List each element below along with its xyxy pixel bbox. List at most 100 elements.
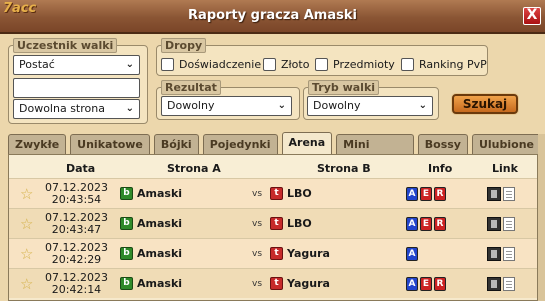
header-side-b: Strona B: [317, 162, 371, 175]
side-select-value: Dowolna strona: [19, 102, 105, 115]
side-b-player[interactable]: t Yagura: [270, 277, 330, 290]
participant-type-select[interactable]: Postać ⌄: [13, 55, 140, 75]
info-e-icon[interactable]: E: [420, 217, 432, 231]
mode-select-value: Dowolny: [313, 99, 361, 112]
link-icons: [487, 217, 515, 231]
info-badges: A E R: [406, 187, 448, 201]
star-icon[interactable]: ☆: [20, 217, 33, 232]
info-badges: A E R: [406, 217, 448, 231]
tab-duels[interactable]: Pojedynki: [202, 134, 278, 154]
side-a-name: Amaski: [137, 247, 183, 260]
chevron-down-icon: ⌄: [277, 100, 286, 111]
side-b-player[interactable]: t Yagura: [270, 247, 330, 260]
profession-icon: t: [270, 217, 283, 230]
tab-brawls[interactable]: Bójki: [153, 134, 199, 154]
row-time: 20:43:54: [51, 193, 102, 206]
side-b-player[interactable]: t LBO: [270, 217, 312, 230]
profession-icon: b: [120, 217, 133, 230]
tab-bosses[interactable]: Bossy: [417, 134, 468, 154]
side-b-name: Yagura: [287, 247, 330, 260]
info-r-icon[interactable]: R: [434, 277, 446, 291]
title-bar[interactable]: 7acc Raporty gracza Amaski X: [0, 0, 545, 34]
side-b-name: Yagura: [287, 277, 330, 290]
participant-name-input[interactable]: [13, 78, 140, 98]
film-icon[interactable]: [487, 277, 501, 291]
info-a-icon[interactable]: A: [406, 187, 418, 201]
side-b-name: LBO: [287, 187, 312, 200]
checkbox-items[interactable]: Przedmioty: [315, 58, 395, 71]
vs-label: vs: [252, 279, 263, 289]
table-row[interactable]: ☆ 07.12.2023 20:42:14 b Amaski vs t Yagura …: [9, 268, 537, 298]
document-icon[interactable]: [503, 187, 515, 201]
vs-label: vs: [252, 219, 263, 229]
close-button[interactable]: X: [523, 7, 541, 25]
info-e-icon[interactable]: E: [420, 187, 432, 201]
film-icon[interactable]: [487, 217, 501, 231]
profession-icon: b: [120, 247, 133, 260]
info-badges: A: [406, 247, 420, 261]
side-a-name: Amaski: [137, 217, 183, 230]
info-r-icon[interactable]: R: [434, 187, 446, 201]
participant-type-value: Postać: [19, 58, 55, 71]
side-a-player[interactable]: b Amaski: [120, 187, 182, 200]
tab-unique[interactable]: Unikatowe: [70, 134, 150, 154]
row-datetime: 07.12.2023 20:43:47: [45, 212, 108, 236]
table-row[interactable]: ☆ 07.12.2023 20:43:47 b Amaski vs t LBO A E…: [9, 208, 537, 238]
star-icon[interactable]: ☆: [20, 247, 33, 262]
side-a-player[interactable]: b Amaski: [120, 247, 182, 260]
row-time: 20:42:14: [51, 283, 102, 296]
search-button[interactable]: Szukaj: [452, 94, 518, 114]
info-r-icon[interactable]: R: [434, 217, 446, 231]
checkbox-gold[interactable]: Złoto: [263, 58, 309, 71]
row-datetime: 07.12.2023 20:42:14: [45, 272, 108, 296]
star-icon[interactable]: ☆: [20, 187, 33, 202]
info-a-icon[interactable]: A: [406, 247, 418, 261]
side-a-player[interactable]: b Amaski: [120, 277, 182, 290]
side-a-player[interactable]: b Amaski: [120, 217, 182, 230]
result-select-value: Dowolny: [167, 99, 215, 112]
info-e-icon[interactable]: E: [420, 277, 432, 291]
mode-select[interactable]: Dowolny ⌄: [307, 96, 433, 116]
vs-label: vs: [252, 189, 263, 199]
chevron-down-icon: ⌄: [125, 59, 134, 70]
side-b-player[interactable]: t LBO: [270, 187, 312, 200]
document-icon[interactable]: [503, 217, 515, 231]
vs-label: vs: [252, 249, 263, 259]
side-b-name: LBO: [287, 217, 312, 230]
checkbox-experience[interactable]: Doświadczenie: [161, 58, 261, 71]
checkbox-pvp-ranking[interactable]: Ranking PvP: [401, 58, 487, 71]
checkbox-label: Doświadczenie: [179, 58, 262, 71]
checkbox-box[interactable]: [315, 58, 328, 71]
tab-mini-bosses[interactable]: Mini bossy: [336, 134, 414, 170]
side-select[interactable]: Dowolna strona ⌄: [13, 99, 140, 119]
profession-icon: t: [270, 187, 283, 200]
table-row[interactable]: ☆ 07.12.2023 20:42:29 b Amaski vs t Yagura …: [9, 238, 537, 268]
tab-favorites[interactable]: Ulubione: [471, 134, 541, 154]
tab-regular[interactable]: Zwykłe: [8, 134, 67, 154]
profession-icon: t: [270, 247, 283, 260]
table-row[interactable]: ☆ 07.12.2023 20:43:54 b Amaski vs t LBO A E…: [9, 178, 537, 208]
checkbox-box[interactable]: [161, 58, 174, 71]
header-info: Info: [428, 162, 453, 175]
mode-legend: Tryb walki: [308, 80, 380, 95]
row-datetime: 07.12.2023 20:42:29: [45, 242, 108, 266]
star-icon[interactable]: ☆: [20, 277, 33, 292]
info-a-icon[interactable]: A: [406, 217, 418, 231]
window-edge: [538, 134, 545, 301]
checkbox-box[interactable]: [401, 58, 414, 71]
tab-arena[interactable]: Arena: [281, 132, 333, 154]
info-badges: A E R: [406, 277, 448, 291]
report-tabs: Zwykłe Unikatowe Bójki Pojedynki Arena M…: [8, 132, 545, 170]
document-icon[interactable]: [503, 277, 515, 291]
header-date: Data: [66, 162, 96, 175]
document-icon[interactable]: [503, 247, 515, 261]
result-select[interactable]: Dowolny ⌄: [161, 96, 292, 116]
participant-legend: Uczestnik walki: [13, 38, 118, 53]
info-a-icon[interactable]: A: [406, 277, 418, 291]
result-legend: Rezultat: [161, 80, 221, 95]
film-icon[interactable]: [487, 187, 501, 201]
link-icons: [487, 277, 515, 291]
film-icon[interactable]: [487, 247, 501, 261]
profession-icon: b: [120, 187, 133, 200]
checkbox-box[interactable]: [263, 58, 276, 71]
